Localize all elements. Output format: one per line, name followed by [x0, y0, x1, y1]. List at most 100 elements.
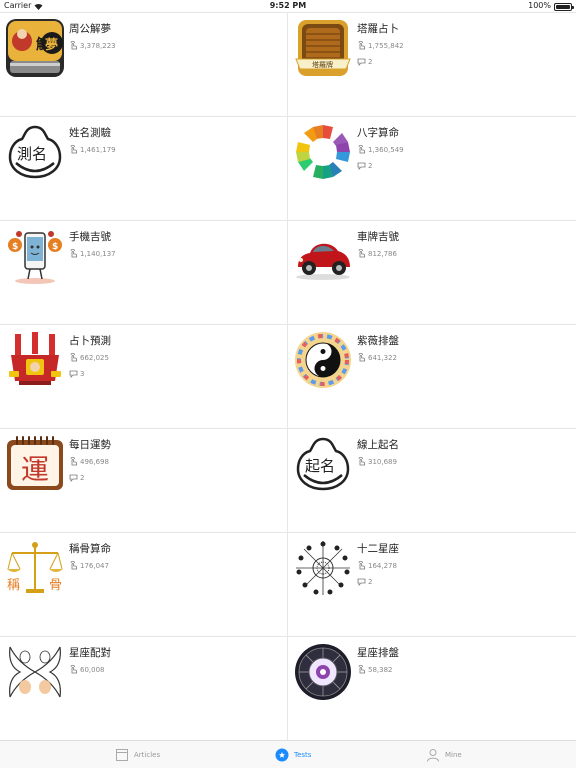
play-count: 1,140,137: [69, 249, 116, 258]
tap-icon: [70, 145, 77, 154]
tap-icon: [358, 353, 365, 362]
status-right: 100%: [528, 0, 574, 12]
svg-text:塔羅牌: 塔羅牌: [312, 60, 333, 69]
play-count: 1,755,842: [357, 41, 404, 50]
tab-bar: Articles Tests Mine: [0, 740, 576, 768]
test-item-bazi[interactable]: 八字算命 1,360,549 2: [288, 117, 576, 221]
dream-book-icon: 解 夢: [6, 19, 64, 77]
naming-face-icon: 起名: [296, 437, 350, 491]
daily-fortune-calendar-icon: 運: [7, 436, 63, 490]
test-title: 星座配對: [69, 647, 111, 659]
play-count: 3,378,223: [69, 41, 116, 50]
tap-icon: [70, 561, 77, 570]
svg-text:起名: 起名: [305, 457, 335, 475]
status-bar: Carrier 9:52 PM 100%: [0, 0, 576, 12]
test-item-dream[interactable]: 解 夢 周公解夢 3,378,223: [0, 13, 288, 117]
tap-icon: [358, 561, 365, 570]
test-item-plate-number[interactable]: 車牌吉號 812,786: [288, 221, 576, 325]
comment-icon: [69, 474, 78, 482]
comment-count: 2: [357, 577, 372, 586]
test-title: 塔羅占卜: [357, 23, 399, 35]
test-item-astro-chart[interactable]: 星座排盤 58,382: [288, 637, 576, 741]
tests-icon: [275, 748, 289, 762]
fortune-god-icon: [9, 332, 61, 385]
test-title: 線上起名: [357, 439, 399, 451]
zodiac-wheel-icon: [296, 541, 350, 595]
zodiac-match-icon: [9, 646, 61, 698]
tap-icon: [70, 665, 77, 674]
tests-grid: 解 夢 周公解夢 3,378,223 塔羅牌 塔羅占卜 1,755,842: [0, 12, 576, 741]
tab-tests[interactable]: Tests: [275, 741, 311, 768]
tap-icon: [70, 41, 77, 50]
status-time: 9:52 PM: [269, 1, 307, 10]
test-item-bone-weight[interactable]: 稱 骨 稱骨算命 176,047: [0, 533, 288, 637]
bagua-wheel-icon: [296, 125, 350, 179]
test-title: 星座排盤: [357, 647, 399, 659]
test-title: 八字算命: [357, 127, 399, 139]
test-title: 每日運勢: [69, 439, 111, 451]
test-item-twelve-signs[interactable]: 十二星座 164,278 2: [288, 533, 576, 637]
play-count: 310,689: [357, 457, 397, 466]
test-title: 稱骨算命: [69, 543, 111, 555]
bone-scale-icon: 稱 骨: [7, 542, 63, 593]
play-count: 662,025: [69, 353, 109, 362]
tap-icon: [358, 665, 365, 674]
comment-count: 3: [69, 369, 84, 378]
test-item-daily-fortune[interactable]: 運 每日運勢 496,698 2: [0, 429, 288, 533]
articles-icon: [116, 749, 128, 761]
comment-count: 2: [357, 57, 372, 66]
svg-text:骨: 骨: [49, 578, 62, 593]
play-count: 1,360,549: [357, 145, 404, 154]
test-item-name-test[interactable]: 測名 姓名測驗 1,461,179: [0, 117, 288, 221]
comment-icon: [69, 370, 78, 378]
tap-icon: [358, 249, 365, 258]
tap-icon: [70, 249, 77, 258]
test-title: 車牌吉號: [357, 231, 399, 243]
play-count: 1,461,179: [69, 145, 116, 154]
play-count: 60,008: [69, 665, 105, 674]
test-title: 紫薇排盤: [357, 335, 399, 347]
astro-chart-icon: [295, 644, 351, 700]
tab-articles[interactable]: Articles: [115, 741, 160, 768]
tarot-box-icon: 塔羅牌: [295, 20, 351, 76]
tab-articles-label: Articles: [134, 751, 161, 759]
tab-mine[interactable]: Mine: [426, 741, 462, 768]
test-title: 姓名測驗: [69, 127, 111, 139]
play-count: 176,047: [69, 561, 109, 570]
svg-text:$: $: [52, 242, 58, 252]
play-count: 812,786: [357, 249, 397, 258]
comment-count: 2: [69, 473, 84, 482]
tab-tests-label: Tests: [294, 751, 312, 759]
play-count: 496,698: [69, 457, 109, 466]
test-title: 十二星座: [357, 543, 399, 555]
test-item-zodiac-match[interactable]: 星座配對 60,008: [0, 637, 288, 741]
tap-icon: [70, 457, 77, 466]
test-title: 周公解夢: [69, 23, 111, 35]
play-count: 58,382: [357, 665, 393, 674]
battery-icon: [554, 3, 574, 11]
test-title: 手機吉號: [69, 231, 111, 243]
red-car-icon: [296, 243, 350, 280]
lucky-phone-icon: $ $: [8, 231, 62, 284]
svg-text:夢: 夢: [45, 37, 58, 53]
comment-icon: [357, 58, 366, 66]
tap-icon: [358, 457, 365, 466]
profile-icon: [427, 749, 439, 762]
comment-icon: [357, 578, 366, 586]
test-item-ziwei[interactable]: 紫薇排盤 641,322: [288, 325, 576, 429]
svg-text:測名: 測名: [17, 145, 47, 163]
test-item-divination[interactable]: 占卜預測 662,025 3: [0, 325, 288, 429]
tap-icon: [358, 41, 365, 50]
play-count: 641,322: [357, 353, 397, 362]
comment-count: 2: [357, 161, 372, 170]
yin-yang-icon: [295, 332, 351, 388]
svg-text:$: $: [12, 242, 18, 252]
test-item-online-naming[interactable]: 起名 線上起名 310,689: [288, 429, 576, 533]
test-item-tarot[interactable]: 塔羅牌 塔羅占卜 1,755,842 2: [288, 13, 576, 117]
name-test-face-icon: 測名: [8, 125, 62, 179]
svg-text:運: 運: [21, 453, 49, 486]
play-count: 164,278: [357, 561, 397, 570]
test-item-phone-number[interactable]: $ $ 手機吉號 1,140,137: [0, 221, 288, 325]
comment-icon: [357, 162, 366, 170]
battery-percent: 100%: [528, 1, 551, 10]
